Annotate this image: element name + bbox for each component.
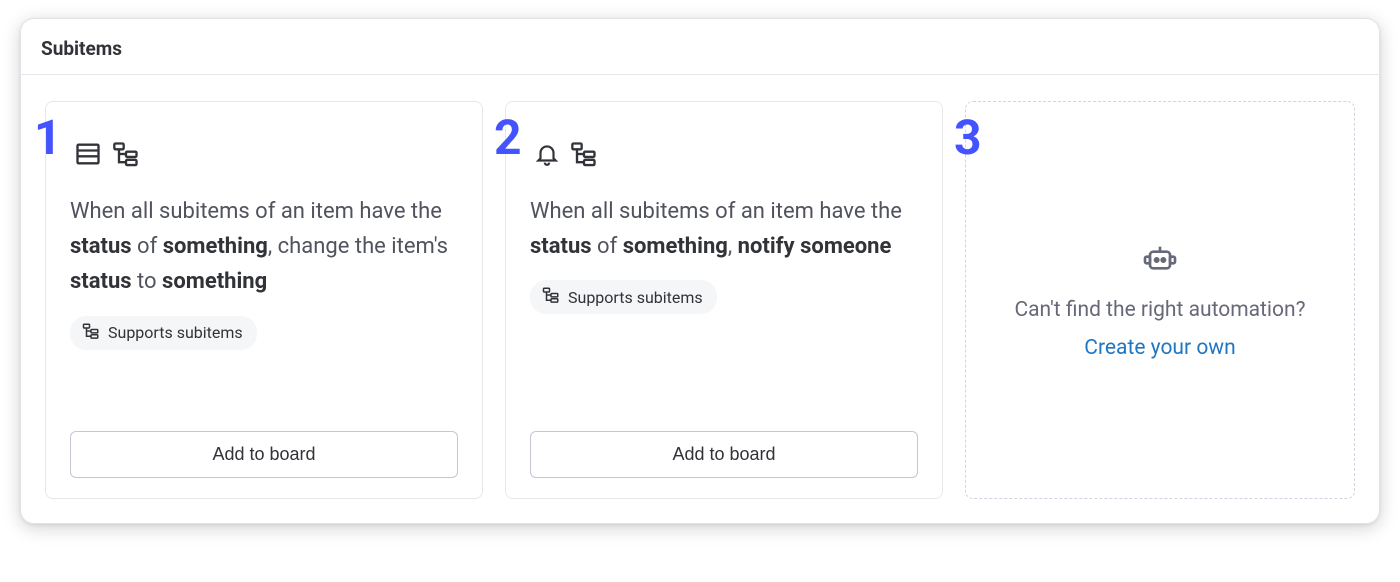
subitems-tree-icon (82, 322, 100, 344)
robot-icon (1140, 240, 1180, 284)
card-number: 3 (954, 114, 982, 162)
supports-subitems-chip: Supports subitems (70, 316, 257, 350)
section-title: Subitems (41, 37, 1359, 60)
automation-card[interactable]: 2 (505, 101, 943, 499)
automation-description: When all subitems of an item have the st… (530, 194, 918, 264)
section-header: Subitems (21, 19, 1379, 75)
chip-label: Supports subitems (108, 323, 243, 342)
card-icons (74, 140, 458, 168)
create-question: Can't find the right automation? (1014, 298, 1305, 322)
card-number: 1 (34, 114, 62, 162)
automation-panel: Subitems 1 (20, 18, 1380, 524)
automation-description: When all subitems of an item have the st… (70, 194, 458, 300)
bell-icon (534, 141, 560, 167)
cards-row: 1 (21, 75, 1379, 499)
add-to-board-button[interactable]: Add to board (70, 431, 458, 478)
supports-subitems-chip: Supports subitems (530, 280, 717, 314)
subitems-tree-icon (112, 140, 140, 168)
create-automation-card[interactable]: 3 Can't find the right automation? Creat… (965, 101, 1355, 499)
subitems-tree-icon (570, 140, 598, 168)
card-number: 2 (494, 114, 522, 162)
list-icon (74, 140, 102, 168)
subitems-tree-icon (542, 286, 560, 308)
add-to-board-button[interactable]: Add to board (530, 431, 918, 478)
card-icons (534, 140, 918, 168)
automation-card[interactable]: 1 (45, 101, 483, 499)
chip-label: Supports subitems (568, 288, 703, 307)
create-your-own-link[interactable]: Create your own (1084, 336, 1235, 360)
